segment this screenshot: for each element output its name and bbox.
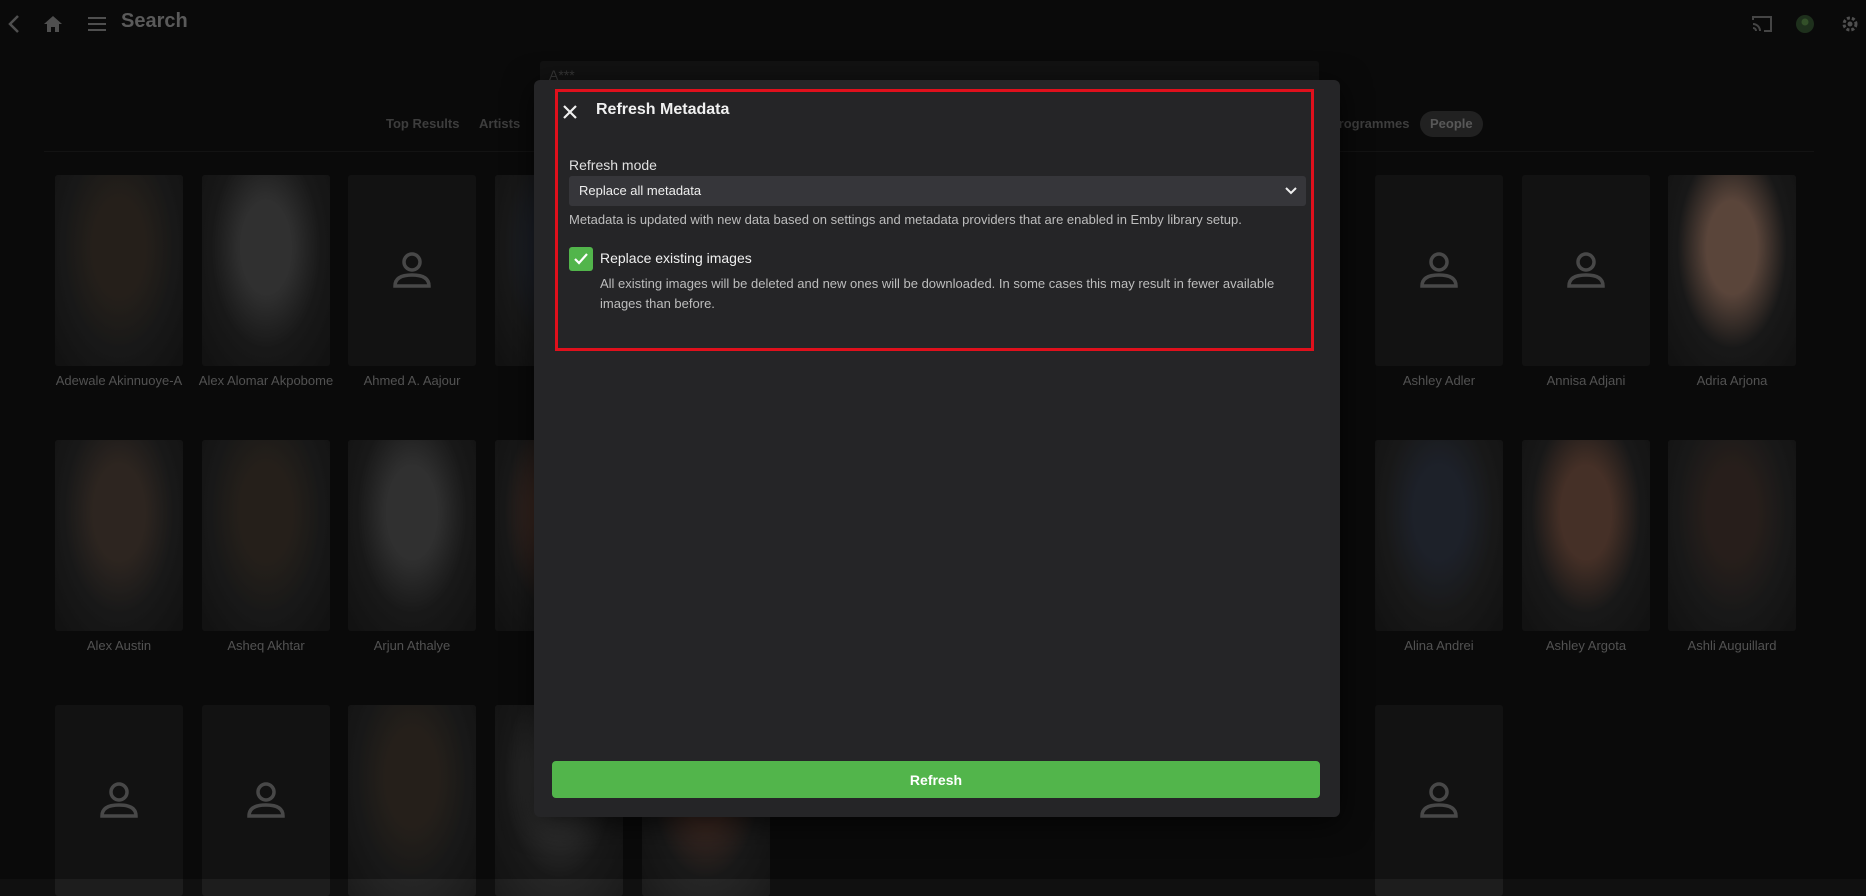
person-photo xyxy=(55,175,183,366)
person-photo xyxy=(202,440,330,631)
replace-images-description: All existing images will be deleted and … xyxy=(600,276,1275,311)
person-name[interactable]: Alex Alomar Akpobome xyxy=(193,373,339,388)
person-photo xyxy=(1375,440,1503,631)
person-name[interactable]: Alex Austin xyxy=(46,638,192,653)
user-avatar-icon[interactable] xyxy=(1791,10,1819,38)
person-photo xyxy=(202,175,330,366)
person-card[interactable] xyxy=(202,175,330,366)
person-placeholder-icon xyxy=(1420,782,1458,818)
page-title: Search xyxy=(121,10,188,32)
dialog-title: Refresh Metadata xyxy=(596,101,730,118)
person-card[interactable] xyxy=(1375,440,1503,631)
settings-gear-icon[interactable] xyxy=(1836,10,1864,38)
person-name[interactable]: Annisa Adjani xyxy=(1513,373,1659,388)
person-card[interactable] xyxy=(1375,705,1503,896)
cast-icon[interactable] xyxy=(1748,10,1776,38)
menu-icon[interactable] xyxy=(83,10,111,38)
person-card[interactable] xyxy=(1522,175,1650,366)
person-card[interactable] xyxy=(1668,440,1796,631)
person-name[interactable]: Ahmed A. Aajour xyxy=(339,373,485,388)
person-name[interactable]: Adria Arjona xyxy=(1659,373,1805,388)
refresh-mode-value: Replace all metadata xyxy=(579,183,702,198)
chevron-down-icon xyxy=(1284,184,1298,203)
person-name[interactable]: Ashley Argota xyxy=(1513,638,1659,653)
refresh-button[interactable]: Refresh xyxy=(552,761,1320,798)
person-name[interactable]: Arjun Athalye xyxy=(339,638,485,653)
tab-artists[interactable]: Artists xyxy=(479,111,520,137)
person-card[interactable] xyxy=(202,705,330,896)
person-placeholder-icon xyxy=(247,782,285,818)
close-icon[interactable] xyxy=(558,100,582,124)
checkmark-icon xyxy=(574,253,588,265)
person-card[interactable] xyxy=(55,440,183,631)
person-photo xyxy=(348,440,476,631)
person-card[interactable] xyxy=(348,175,476,366)
person-card[interactable] xyxy=(55,175,183,366)
person-card[interactable] xyxy=(55,705,183,896)
person-name[interactable]: Alina Andrei xyxy=(1366,638,1512,653)
person-photo xyxy=(55,440,183,631)
person-placeholder-icon xyxy=(393,252,431,288)
top-bar: Search xyxy=(0,0,1866,46)
refresh-metadata-dialog: Refresh Metadata Refresh mode Replace al… xyxy=(534,80,1340,817)
person-photo xyxy=(1668,175,1796,366)
home-icon[interactable] xyxy=(39,10,67,38)
replace-images-checkbox[interactable] xyxy=(569,247,593,271)
person-name[interactable]: Ashli Auguillard xyxy=(1659,638,1805,653)
person-name[interactable]: Ashley Adler xyxy=(1366,373,1512,388)
person-photo xyxy=(1522,440,1650,631)
person-card[interactable] xyxy=(1668,175,1796,366)
back-arrow-icon[interactable] xyxy=(0,10,28,38)
person-photo xyxy=(1668,440,1796,631)
person-card[interactable] xyxy=(348,440,476,631)
person-card[interactable] xyxy=(202,440,330,631)
tab-people[interactable]: People xyxy=(1420,111,1483,137)
person-placeholder-icon xyxy=(1567,252,1605,288)
tab-programmes[interactable]: Programmes xyxy=(1330,111,1409,137)
person-card[interactable] xyxy=(1522,440,1650,631)
person-name[interactable]: Asheq Akhtar xyxy=(193,638,339,653)
refresh-mode-label: Refresh mode xyxy=(569,157,657,173)
person-placeholder-icon xyxy=(1420,252,1458,288)
refresh-mode-description: Metadata is updated with new data based … xyxy=(569,212,1242,227)
refresh-mode-select[interactable]: Replace all metadata xyxy=(569,176,1306,206)
tab-top-results[interactable]: Top Results xyxy=(386,111,459,137)
person-card[interactable] xyxy=(348,705,476,896)
replace-images-label[interactable]: Replace existing images xyxy=(600,250,752,266)
person-photo xyxy=(348,705,476,896)
person-card[interactable] xyxy=(1375,175,1503,366)
person-name[interactable]: Adewale Akinnuoye-A xyxy=(46,373,192,388)
person-placeholder-icon xyxy=(100,782,138,818)
